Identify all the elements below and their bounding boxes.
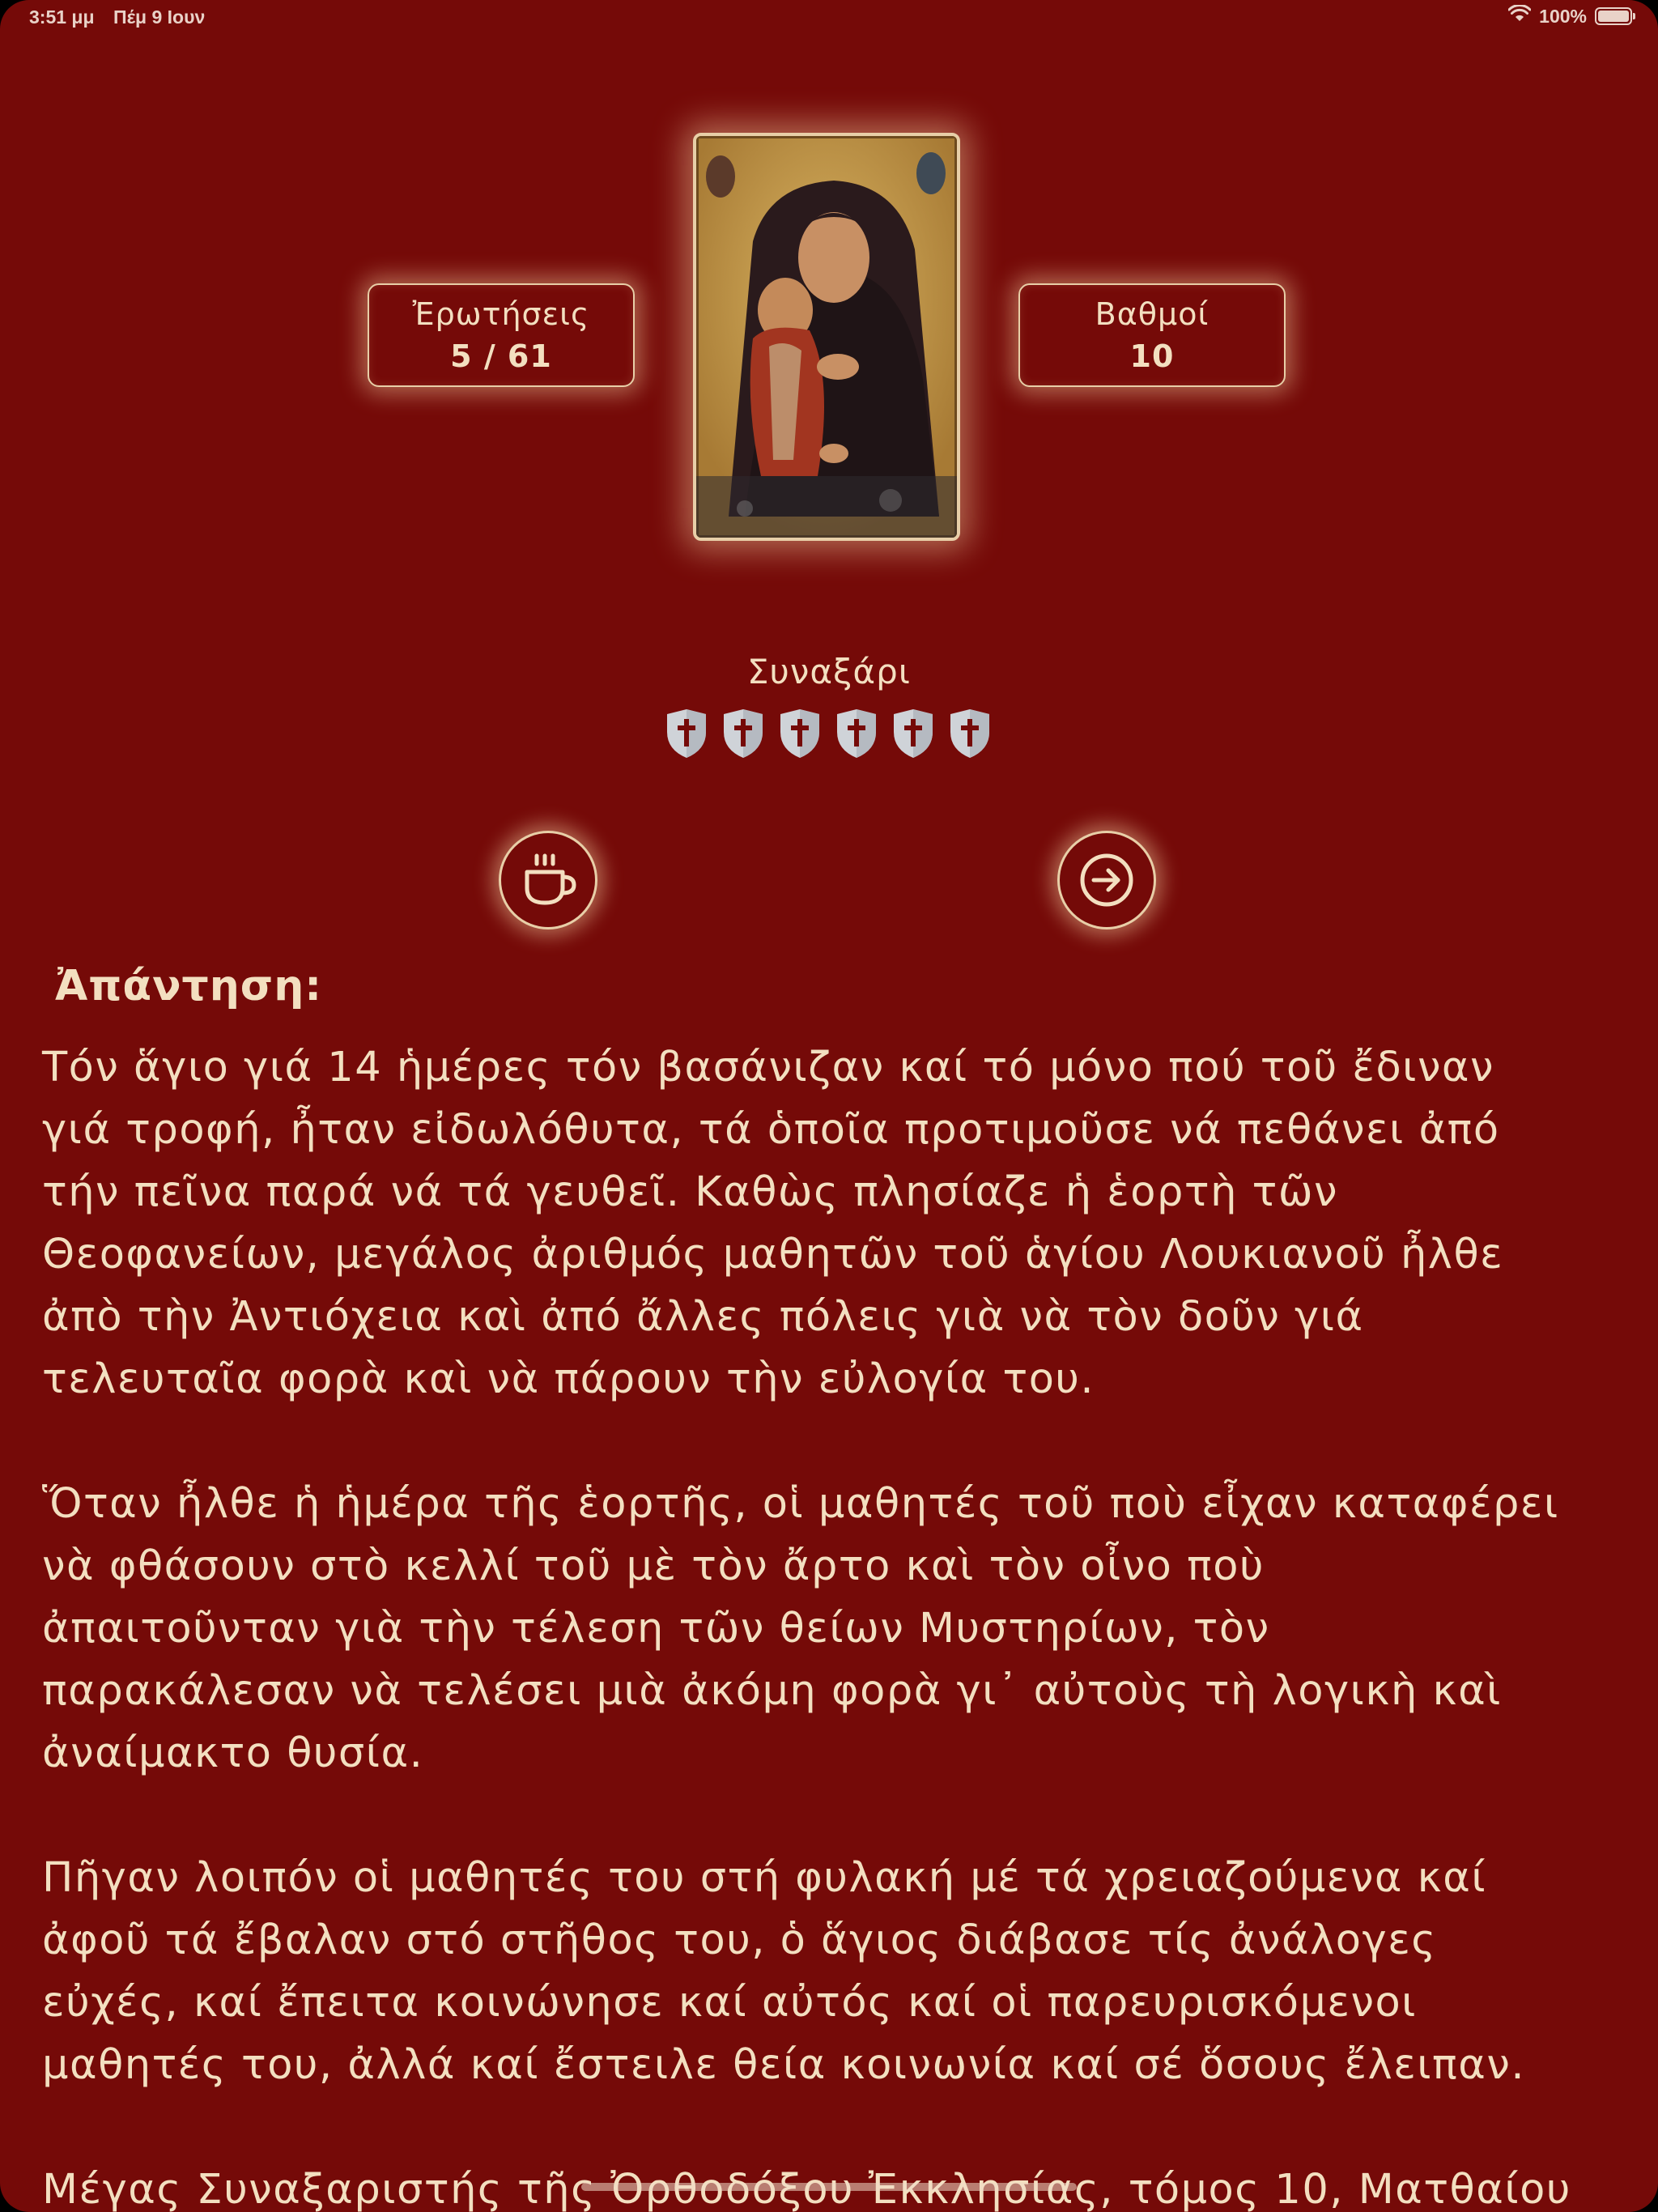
answer-paragraph: Τόν ἅγιο γιά 14 ἡμέρες τόν βασάνιζαν καί… <box>42 1036 1621 1410</box>
cross-shield-icon <box>894 709 933 758</box>
arrow-right-circle-icon <box>1080 853 1133 907</box>
answer-paragraph: Ὅταν ἦλθε ἡ ἡμέρα τῆς ἑορτῆς, οἱ μαθητές… <box>42 1473 1621 1784</box>
answer-line: Ὅταν ἦλθε ἡ ἡμέρα τῆς ἑορτῆς, οἱ μαθητές… <box>42 1480 1559 1528</box>
answer-line: ἀπαιτοῦνταν γιὰ τὴν τέλεση τῶν θείων Μυσ… <box>42 1605 1270 1653</box>
status-date: Πέμ 9 Ιουν <box>113 6 206 28</box>
cross-shield-icon <box>780 709 819 758</box>
cross-shield-icon <box>667 709 706 758</box>
answer-line: τελευταῖα φορὰ καὶ νὰ πάρουν τὴν εὐλογία… <box>42 1355 1095 1403</box>
points-value: 10 <box>1129 338 1175 374</box>
questions-counter: Ἐρωτήσεις 5 / 61 <box>368 283 635 387</box>
answer-line: τήν πεῖνα παρά νά τά γευθεῖ. Καθὼς πλησί… <box>42 1168 1339 1216</box>
answer-line: Θεοφανείων, μεγάλος ἀριθμός μαθητῶν τοῦ … <box>42 1231 1504 1278</box>
category-title: Συναξάρι <box>747 652 911 691</box>
difficulty-rating <box>664 708 993 759</box>
wifi-icon <box>1507 4 1532 28</box>
answer-line: παρακάλεσαν νὰ τελέσει μιὰ ἀκόμη φορὰ γι… <box>42 1667 1502 1715</box>
battery-icon <box>1595 7 1635 25</box>
answer-line: γιά τροφή, ἦταν εἰδωλόθυτα, τά ὁποῖα προ… <box>42 1106 1500 1154</box>
coffee-cup-icon <box>525 853 576 905</box>
answer-line: νὰ φθάσουν στὸ κελλί τοῦ μὲ τὸν ἄρτο καὶ… <box>42 1542 1265 1590</box>
battery-percentage: 100% <box>1539 5 1587 27</box>
cross-shield-icon <box>950 709 989 758</box>
answer-line: ἀναίμακτο θυσία. <box>42 1729 424 1777</box>
points-counter: Βαθμοί 10 <box>1018 283 1286 387</box>
app-screen: 3:51 μμ Πέμ 9 Ιουν 100% Ἐρωτήσεις 5 / 61 <box>0 0 1658 2212</box>
theotokos-icon-image <box>693 133 960 541</box>
cross-shield-icon <box>724 709 763 758</box>
answer-heading: Ἀπάντηση: <box>55 962 323 1010</box>
points-label: Βαθμοί <box>1095 296 1209 332</box>
answer-line: ἀφοῦ τά ἔβαλαν στό στῆθος του, ὁ ἅγιος δ… <box>42 1916 1437 1964</box>
questions-value: 5 / 61 <box>450 338 552 374</box>
status-time: 3:51 μμ <box>29 6 95 28</box>
answer-line: ἀπὸ τὴν Ἀντιόχεια καὶ ἀπό ἄλλες πόλεις γ… <box>42 1293 1364 1341</box>
coffee-button[interactable] <box>499 831 597 929</box>
answer-paragraph: Πῆγαν λοιπόν οἱ μαθητές του στή φυλακή μ… <box>42 1847 1621 2096</box>
status-bar: 3:51 μμ Πέμ 9 Ιουν 100% <box>0 0 1658 36</box>
answer-line: Τόν ἅγιο γιά 14 ἡμέρες τόν βασάνιζαν καί… <box>42 1044 1495 1091</box>
next-question-button[interactable] <box>1057 831 1156 929</box>
answer-line: εὐχές, καί ἔπειτα κοινώνησε καί αὐτός κα… <box>42 1979 1417 2027</box>
answer-line: μαθητές του, ἀλλά καί ἔστειλε θεία κοινω… <box>42 2041 1526 2089</box>
questions-label: Ἐρωτήσεις <box>412 296 590 332</box>
cross-shield-icon <box>837 709 876 758</box>
status-right: 100% <box>1507 4 1635 28</box>
answer-line: Πῆγαν λοιπόν οἱ μαθητές του στή φυλακή μ… <box>42 1854 1487 1902</box>
home-indicator[interactable] <box>581 2183 1077 2191</box>
answer-text: Τόν ἅγιο γιά 14 ἡμέρες τόν βασάνιζαν καί… <box>42 1036 1621 2212</box>
